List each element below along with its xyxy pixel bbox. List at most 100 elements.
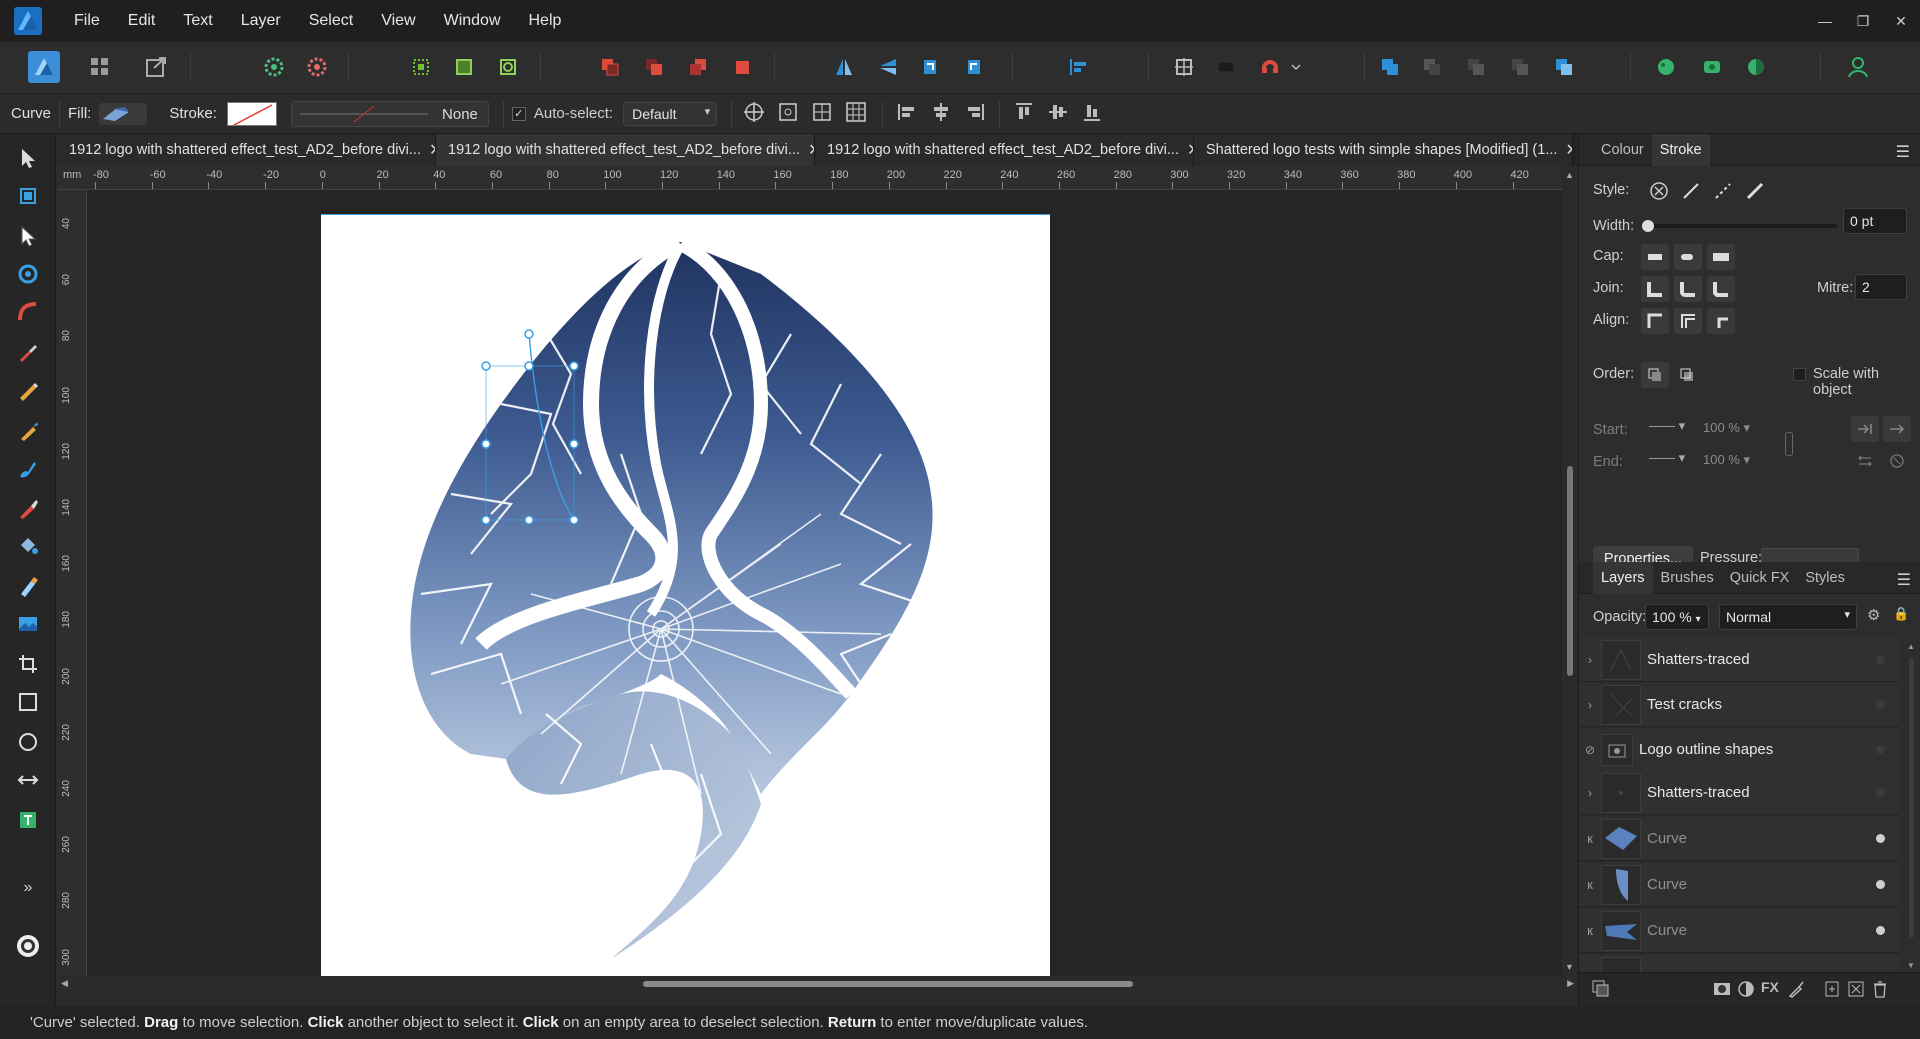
boolean-xor-icon[interactable] bbox=[1504, 51, 1536, 83]
transform-origin-icon[interactable] bbox=[742, 100, 766, 128]
width-field[interactable]: 0 pt bbox=[1843, 208, 1907, 234]
align-center-icon[interactable] bbox=[929, 100, 953, 128]
snap-transform-icon[interactable] bbox=[492, 51, 524, 83]
colour-wheel-icon[interactable] bbox=[12, 930, 44, 962]
distribute-icon[interactable] bbox=[810, 100, 834, 128]
align-top-icon[interactable] bbox=[1012, 100, 1036, 128]
adjustment-icon[interactable] bbox=[1737, 980, 1755, 1002]
shattered-logo-artwork[interactable] bbox=[321, 214, 1050, 976]
layer-row[interactable]: к bbox=[1579, 955, 1899, 972]
menu-select[interactable]: Select bbox=[295, 0, 367, 42]
arrow-position-outside-icon[interactable] bbox=[1883, 416, 1911, 442]
pixel-persona-icon[interactable] bbox=[84, 51, 116, 83]
restore-button[interactable]: ❐ bbox=[1844, 0, 1882, 42]
start-arrow-selector[interactable]: —— ▾ bbox=[1649, 418, 1693, 440]
account-icon[interactable] bbox=[1842, 51, 1874, 83]
insert-target-icon[interactable] bbox=[1168, 51, 1200, 83]
align-stroke-center-icon[interactable] bbox=[1674, 308, 1702, 334]
colour-mode-icon[interactable] bbox=[1740, 51, 1772, 83]
width-slider-handle[interactable] bbox=[1642, 220, 1654, 232]
link-scale-icon[interactable] bbox=[1785, 432, 1793, 456]
grid-icon[interactable] bbox=[844, 100, 868, 128]
end-arrow-selector[interactable]: —— ▾ bbox=[1649, 450, 1693, 472]
align-options-icon[interactable] bbox=[1062, 51, 1094, 83]
vertical-scroll-thumb[interactable] bbox=[1567, 466, 1573, 676]
view-mode-icon[interactable] bbox=[1696, 51, 1728, 83]
width-slider[interactable] bbox=[1642, 220, 1837, 232]
align-left-icon[interactable] bbox=[895, 100, 919, 128]
horizontal-scroll-thumb[interactable] bbox=[643, 981, 1133, 987]
more-tools-icon[interactable]: » bbox=[12, 872, 44, 904]
transparency-tool-icon[interactable] bbox=[12, 570, 44, 602]
scroll-up-icon[interactable]: ▲ bbox=[1907, 642, 1915, 651]
document-tab-4[interactable]: Shattered logo tests with simple shapes … bbox=[1194, 134, 1573, 166]
align-middle-icon[interactable] bbox=[1046, 100, 1070, 128]
stroke-style-selector[interactable]: None bbox=[290, 100, 489, 127]
panel-menu-icon[interactable]: ☰ bbox=[1897, 570, 1911, 590]
swap-arrows-icon[interactable] bbox=[1851, 448, 1879, 474]
stroke-behind-fill-icon[interactable] bbox=[1641, 362, 1669, 388]
close-icon[interactable]: ✕ bbox=[1187, 140, 1193, 160]
bevel-join-icon[interactable] bbox=[1707, 276, 1735, 302]
horizontal-ruler[interactable]: mm -80 -60 -40 -20 0 20 40 60 80 100 120 140 160 180 2… bbox=[57, 166, 1562, 190]
scroll-down-icon[interactable]: ▼ bbox=[1565, 962, 1574, 972]
boolean-divide-icon[interactable] bbox=[1548, 51, 1580, 83]
align-right-icon[interactable] bbox=[963, 100, 987, 128]
point-transform-tool-icon[interactable] bbox=[12, 258, 44, 290]
snap-geometry-icon[interactable] bbox=[448, 51, 480, 83]
tab-brushes[interactable]: Brushes bbox=[1653, 562, 1722, 594]
crop-tool-icon[interactable] bbox=[12, 648, 44, 680]
vertical-scrollbar[interactable]: ▲ ▼ bbox=[1562, 166, 1578, 976]
menu-view[interactable]: View bbox=[367, 0, 429, 42]
close-icon[interactable]: ✕ bbox=[429, 140, 435, 160]
visibility-dot[interactable] bbox=[1876, 700, 1885, 709]
mitre-field[interactable]: 2 bbox=[1855, 274, 1907, 300]
start-scale-field[interactable]: 100 % ▾ bbox=[1703, 420, 1775, 436]
panel-menu-icon[interactable]: ☰ bbox=[1896, 142, 1910, 162]
visibility-dot[interactable] bbox=[1876, 834, 1885, 843]
expand-chevron-icon[interactable]: › bbox=[1579, 698, 1601, 712]
auto-select-dropdown[interactable]: Default ▾ bbox=[623, 101, 718, 126]
layer-row[interactable]: к Curve bbox=[1579, 863, 1899, 907]
tab-layers[interactable]: Layers bbox=[1593, 561, 1653, 594]
flip-horizontal-icon[interactable] bbox=[828, 51, 860, 83]
visibility-dot[interactable] bbox=[1876, 655, 1885, 664]
boolean-add-icon[interactable] bbox=[1374, 51, 1406, 83]
document-tab-2[interactable]: 1912 logo with shattered effect_test_AD2… bbox=[436, 134, 815, 166]
move-tool-icon[interactable] bbox=[12, 142, 44, 174]
visibility-dot[interactable] bbox=[1876, 745, 1885, 754]
rotate-right-icon[interactable] bbox=[958, 51, 990, 83]
layer-row[interactable]: › Shatters-traced bbox=[1579, 638, 1899, 682]
visibility-dot[interactable] bbox=[1876, 788, 1885, 797]
expand-chevron-icon[interactable]: › bbox=[1579, 653, 1601, 667]
layers-scroll-thumb[interactable] bbox=[1909, 658, 1914, 938]
export-persona-icon[interactable] bbox=[140, 51, 172, 83]
vertical-ruler[interactable]: 40 60 80 100 120 140 160 180 200 220 240 260 280 300 bbox=[57, 190, 87, 976]
pen-tool-icon[interactable] bbox=[12, 336, 44, 368]
close-icon[interactable]: ✕ bbox=[808, 140, 814, 160]
layer-row[interactable]: › Test cracks bbox=[1579, 683, 1899, 727]
designer-persona-icon[interactable] bbox=[28, 51, 60, 83]
stroke-swatch[interactable] bbox=[226, 101, 277, 126]
frame-text-tool-icon[interactable] bbox=[12, 804, 44, 836]
close-window-button[interactable]: ✕ bbox=[1882, 0, 1920, 42]
brush-icon[interactable] bbox=[1787, 980, 1805, 1002]
tab-quick-fx[interactable]: Quick FX bbox=[1722, 562, 1798, 594]
stroke-front-fill-icon[interactable] bbox=[1673, 362, 1701, 388]
align-stroke-outside-icon[interactable] bbox=[1707, 308, 1735, 334]
flip-vertical-icon[interactable] bbox=[872, 51, 904, 83]
fx-icon[interactable]: FX bbox=[1761, 979, 1779, 995]
visibility-dot[interactable] bbox=[1876, 926, 1885, 935]
document-tab-3[interactable]: 1912 logo with shattered effect_test_AD2… bbox=[815, 134, 1194, 166]
visibility-dot[interactable] bbox=[1876, 880, 1885, 889]
document-tab-1[interactable]: 1912 logo with shattered effect_test_AD2… bbox=[57, 134, 436, 166]
fill-tool-icon[interactable] bbox=[12, 530, 44, 562]
contour-tool-icon[interactable] bbox=[12, 764, 44, 796]
dashed-line-style-icon[interactable] bbox=[1709, 178, 1737, 204]
horizontal-scrollbar[interactable]: ◀ ▶ bbox=[57, 976, 1578, 992]
opacity-field[interactable]: 100 % ▾ bbox=[1645, 604, 1709, 630]
close-icon[interactable]: ✕ bbox=[1565, 140, 1572, 160]
move-front-icon[interactable] bbox=[726, 51, 758, 83]
brush-line-style-icon[interactable] bbox=[1741, 178, 1769, 204]
layer-row[interactable]: › Shatters-traced bbox=[1579, 771, 1899, 815]
